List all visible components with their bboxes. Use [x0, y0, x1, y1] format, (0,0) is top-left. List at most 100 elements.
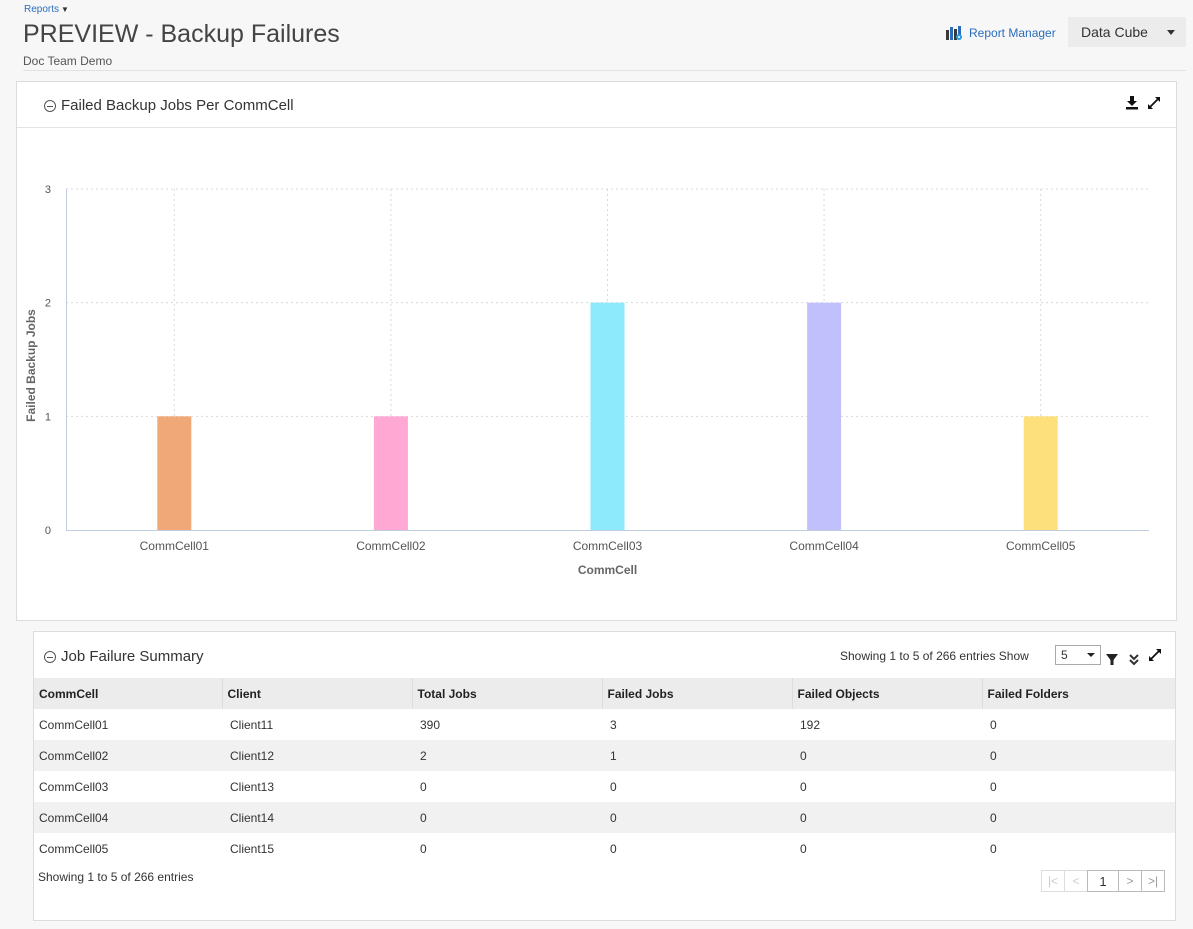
cell-client: Client15 [230, 841, 275, 856]
next-page-button[interactable]: > [1118, 870, 1142, 892]
y-axis-ticks: 0 1 2 3 [45, 184, 51, 537]
column-header-failed-jobs[interactable]: Failed Jobs [601, 678, 792, 709]
x-tick-label: CommCell04 [789, 539, 859, 553]
cell-total-jobs: 0 [420, 841, 427, 856]
y-tick-label: 0 [45, 525, 51, 537]
column-header-total-jobs[interactable]: Total Jobs [411, 678, 602, 709]
report-manager-label: Report Manager [969, 26, 1056, 40]
page-subtitle: Doc Team Demo [23, 54, 113, 68]
last-page-button[interactable]: >| [1141, 870, 1165, 892]
cell-client: Client14 [222, 802, 412, 833]
cell-commcell: CommCell03 [39, 779, 109, 794]
page-size-value: 5 [1061, 648, 1068, 662]
column-header-failed-folders[interactable]: Failed Folders [981, 678, 1175, 709]
x-tick-label: CommCell05 [1006, 539, 1076, 553]
cell-failed-folders: 0 [990, 841, 997, 856]
cell-client: Client13 [230, 779, 275, 794]
caret-down-icon: ▼ [61, 5, 69, 14]
table-title-text: Job Failure Summary [61, 648, 204, 665]
bar-commcell05[interactable] [1023, 416, 1058, 530]
table-row: CommCell02 Client12 2 1 0 0 [34, 740, 1175, 771]
x-axis-title: CommCell [578, 563, 637, 577]
cell-failed-objects: 0 [800, 841, 807, 856]
cell-failed-objects: 192 [800, 717, 821, 732]
caret-down-icon [1087, 653, 1095, 657]
cell-failed-folders: 0 [990, 779, 997, 794]
footer-entries-info: Showing 1 to 5 of 266 entries [38, 870, 194, 884]
table-panel-header: Job Failure Summary Showing 1 to 5 of 26… [34, 632, 1175, 678]
y-axis-title: Failed Backup Jobs [24, 309, 38, 422]
caret-down-icon [1167, 30, 1175, 35]
x-tick-label: CommCell01 [140, 539, 210, 553]
data-cube-dropdown[interactable]: Data Cube [1068, 17, 1186, 47]
cell-commcell: CommCell04 [34, 802, 222, 833]
first-page-button[interactable]: |< [1041, 870, 1065, 892]
cell-failed-folders: 0 [982, 802, 1175, 833]
cell-commcell: CommCell01 [39, 717, 109, 732]
header-divider [23, 70, 1186, 71]
job-failure-table: CommCell Client Total Jobs Failed Jobs F… [34, 678, 1175, 864]
report-manager-link[interactable]: Report Manager [946, 25, 1056, 41]
cell-failed-jobs: 0 [610, 841, 617, 856]
bar-commcell03[interactable] [590, 302, 625, 530]
cell-total-jobs: 2 [412, 740, 602, 771]
cell-failed-objects: 0 [792, 740, 982, 771]
table-header-row: CommCell Client Total Jobs Failed Jobs F… [34, 678, 1175, 709]
y-tick-label: 2 [45, 298, 51, 310]
column-header-client[interactable]: Client [221, 678, 412, 709]
chart-title-text: Failed Backup Jobs Per CommCell [61, 97, 294, 114]
cell-client: Client11 [230, 717, 274, 732]
bar-commcell01[interactable] [157, 416, 192, 530]
cell-total-jobs: 0 [412, 802, 602, 833]
table-row: CommCell04 Client14 0 0 0 0 [34, 802, 1175, 833]
chart-panel-header: Failed Backup Jobs Per CommCell [17, 82, 1176, 128]
column-header-commcell[interactable]: CommCell [34, 678, 222, 709]
cell-failed-objects: 0 [800, 779, 807, 794]
cell-failed-jobs: 0 [602, 802, 792, 833]
cell-commcell: CommCell02 [34, 740, 222, 771]
breadcrumb-reports[interactable]: Reports ▼ [24, 4, 69, 15]
report-manager-icon [946, 26, 962, 40]
current-page-button[interactable]: 1 [1087, 870, 1119, 892]
y-tick-label: 3 [45, 184, 51, 196]
bar-commcell02[interactable] [373, 416, 408, 530]
collapse-icon[interactable] [44, 99, 56, 112]
x-tick-label: CommCell02 [356, 539, 426, 553]
chart-panel: Failed Backup Jobs Per CommCell 0 1 2 3 Com… [16, 81, 1177, 621]
cell-failed-objects: 0 [792, 802, 982, 833]
bar-chart: 0123 CommCell01 CommCell02 CommCell03 CommC… [24, 184, 1149, 577]
table-row: CommCell03 Client13 0 0 0 0 [34, 771, 1175, 802]
breadcrumb-label: Reports [24, 4, 60, 15]
entries-info: Showing 1 to 5 of 266 entries Show [840, 649, 1029, 663]
cell-failed-folders: 0 [990, 717, 997, 732]
cell-commcell: CommCell05 [39, 841, 109, 856]
cell-failed-jobs: 1 [602, 740, 792, 771]
cell-failed-folders: 0 [982, 740, 1175, 771]
collapse-icon[interactable] [44, 650, 56, 663]
data-cube-label: Data Cube [1081, 24, 1148, 40]
download-icon[interactable] [1125, 96, 1139, 110]
table-panel-title: Job Failure Summary [44, 648, 204, 665]
cell-failed-jobs: 0 [610, 779, 617, 794]
chart-panel-title: Failed Backup Jobs Per CommCell [44, 97, 294, 114]
bar-commcell04[interactable] [807, 302, 842, 530]
filter-icon[interactable] [1106, 654, 1118, 666]
pagination: |< < 1 > >| [1041, 870, 1165, 892]
x-axis-labels: CommCell01 CommCell02 CommCell03 CommCell04… [140, 539, 1076, 553]
expand-icon[interactable] [1148, 648, 1162, 662]
column-header-failed-objects[interactable]: Failed Objects [791, 678, 982, 709]
cell-failed-jobs: 3 [610, 717, 617, 732]
cell-client: Client12 [222, 740, 412, 771]
table-row: CommCell01 Client11 390 3 192 0 [34, 709, 1175, 740]
expand-icon[interactable] [1147, 96, 1161, 110]
page-size-select[interactable]: 5 [1055, 645, 1101, 665]
table-panel: Job Failure Summary Showing 1 to 5 of 26… [33, 631, 1176, 921]
table-row: CommCell05 Client15 0 0 0 0 [34, 833, 1175, 864]
prev-page-button[interactable]: < [1064, 870, 1088, 892]
x-tick-label: CommCell03 [573, 539, 643, 553]
double-chevron-down-icon[interactable] [1128, 654, 1140, 666]
cell-total-jobs: 390 [420, 717, 441, 732]
y-tick-label: 1 [45, 411, 51, 423]
page-title: PREVIEW - Backup Failures [23, 20, 340, 48]
cell-total-jobs: 0 [420, 779, 427, 794]
